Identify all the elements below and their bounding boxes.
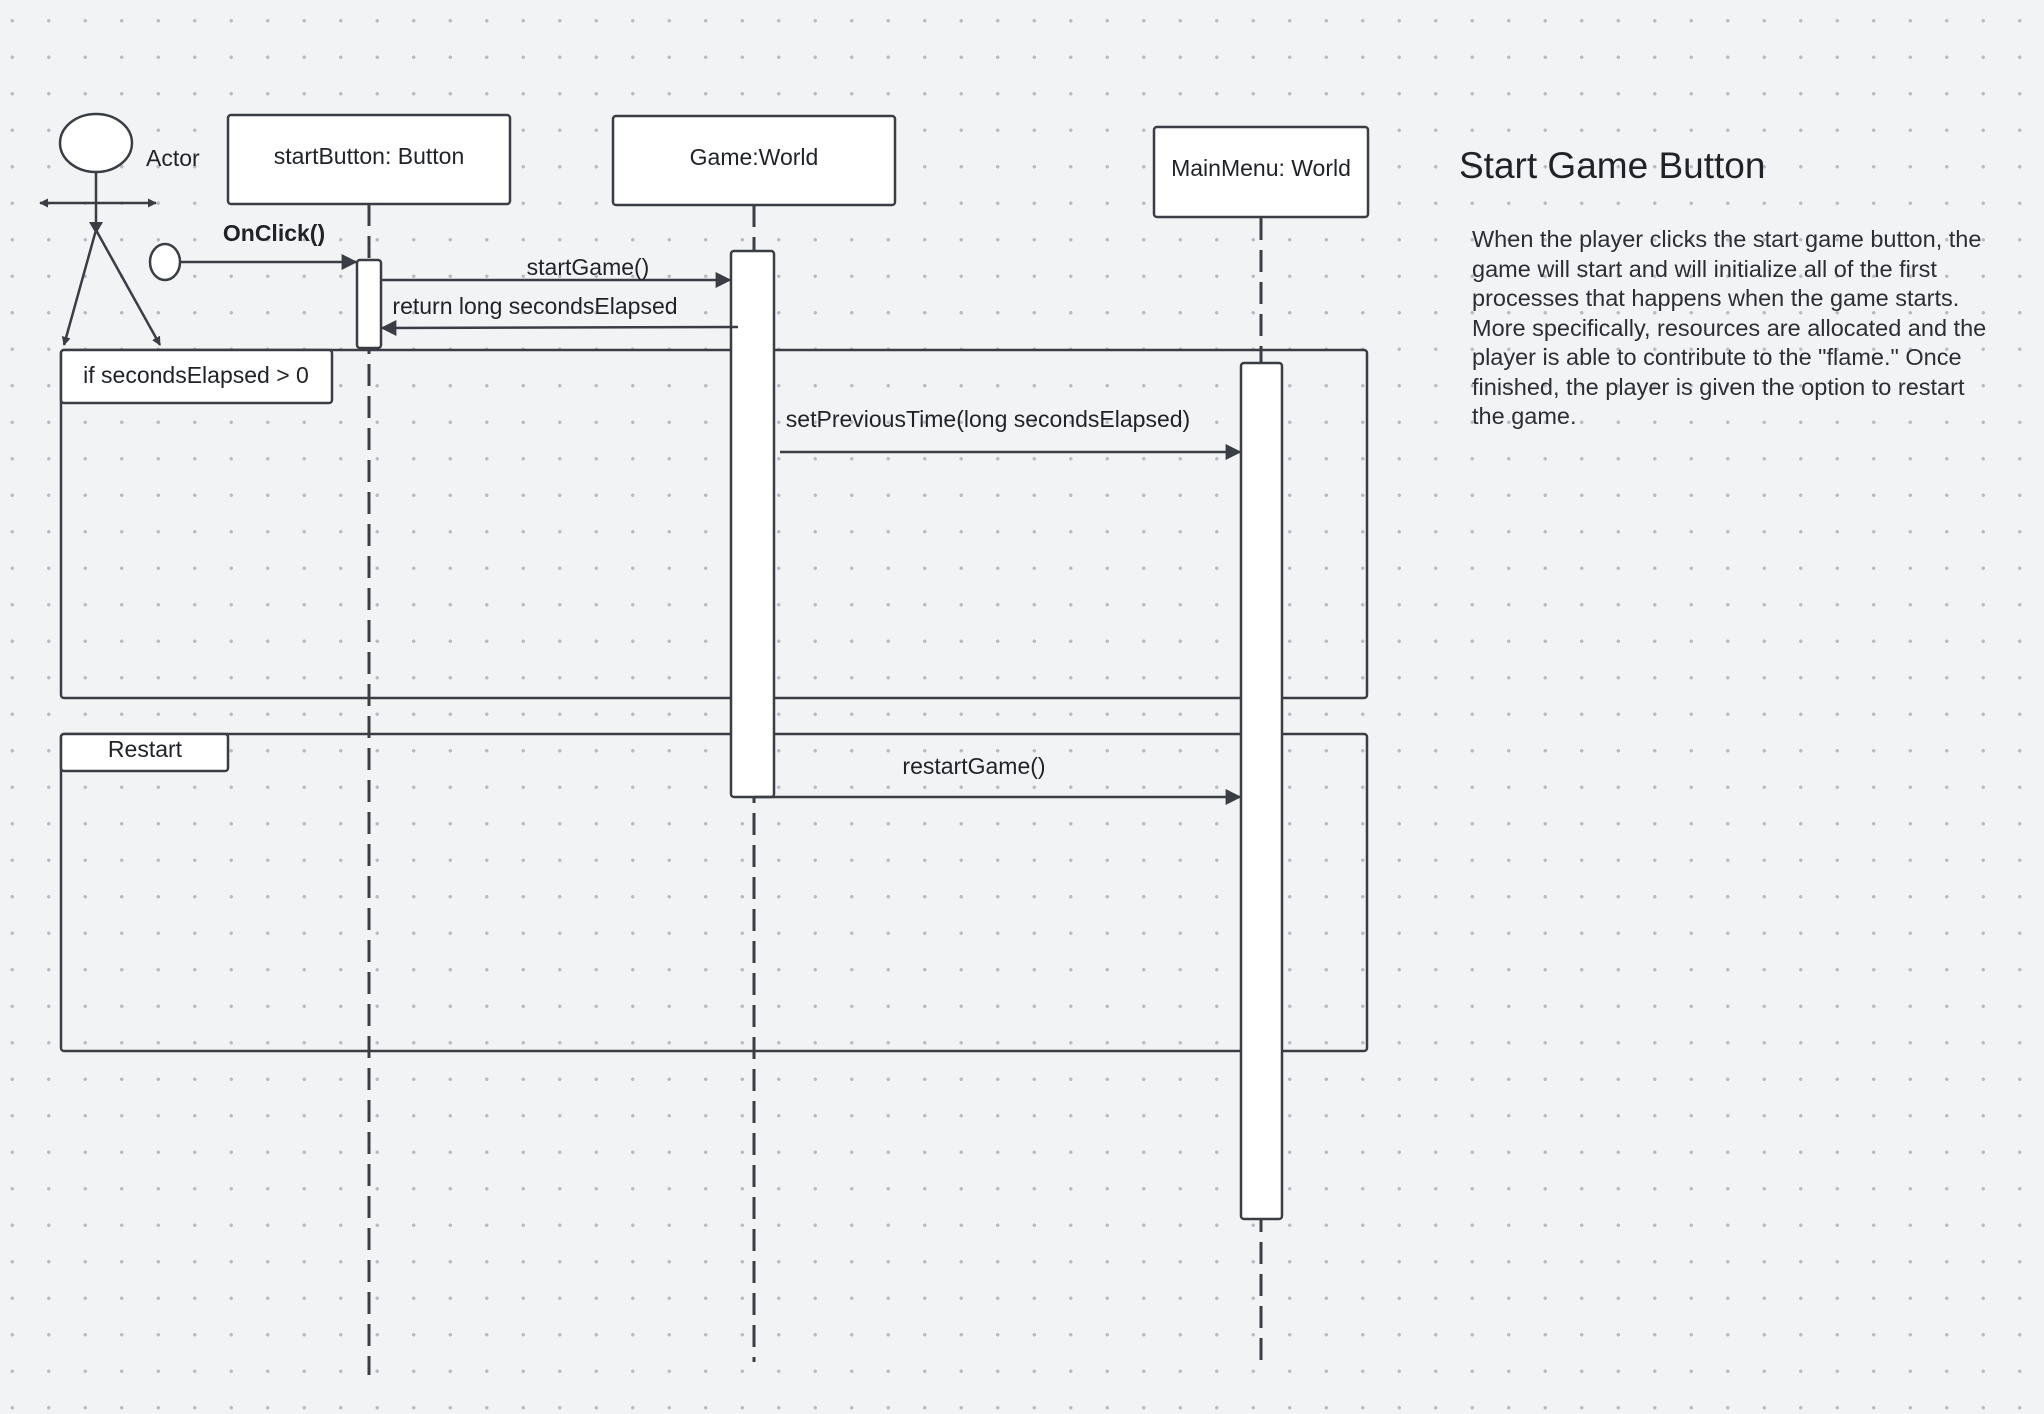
note-title: Start Game Button [1459,145,1766,186]
message-restartgame[interactable]: restartGame() [754,753,1242,805]
found-message-start [148,242,182,282]
message-setprevioustime-label: setPreviousTime(long secondsElapsed) [786,406,1190,432]
activation-mainmenu [1239,361,1284,1221]
message-onclick-label: OnClick() [223,220,325,246]
note-description: When the player clicks the start game bu… [1472,226,1987,429]
actor-head [58,112,134,174]
message-onclick[interactable]: OnClick() [148,220,358,282]
message-restartgame-label: restartGame() [902,753,1045,779]
sequence-diagram: if secondsElapsed > 0 Restart startButto… [39,112,1370,1375]
actor-figure[interactable]: Actor [39,112,200,346]
lifeline-startbutton[interactable]: startButton: Button [226,113,512,206]
lifeline-mainmenu[interactable]: MainMenu: World [1152,125,1370,219]
message-startgame[interactable]: startGame() [382,254,732,288]
lifeline-mainmenu-label: MainMenu: World [1171,155,1351,181]
lifeline-game-label: Game:World [690,144,819,170]
message-startgame-label: startGame() [527,254,650,280]
lifeline-game[interactable]: Game:World [611,114,897,207]
message-return[interactable]: return long secondsElapsed [380,293,739,336]
fragment-restart[interactable]: Restart [59,732,1369,1053]
message-setprevioustime[interactable]: setPreviousTime(long secondsElapsed) [780,406,1242,460]
message-return-label: return long secondsElapsed [392,293,677,319]
actor-label: Actor [146,145,200,171]
lifeline-startbutton-label: startButton: Button [274,143,465,169]
activation-startbutton [355,258,383,350]
fragment-if-label: if secondsElapsed > 0 [83,362,309,388]
activation-game [729,249,776,799]
fragment-if[interactable]: if secondsElapsed > 0 [59,348,1369,700]
fragment-restart-label: Restart [108,736,183,762]
